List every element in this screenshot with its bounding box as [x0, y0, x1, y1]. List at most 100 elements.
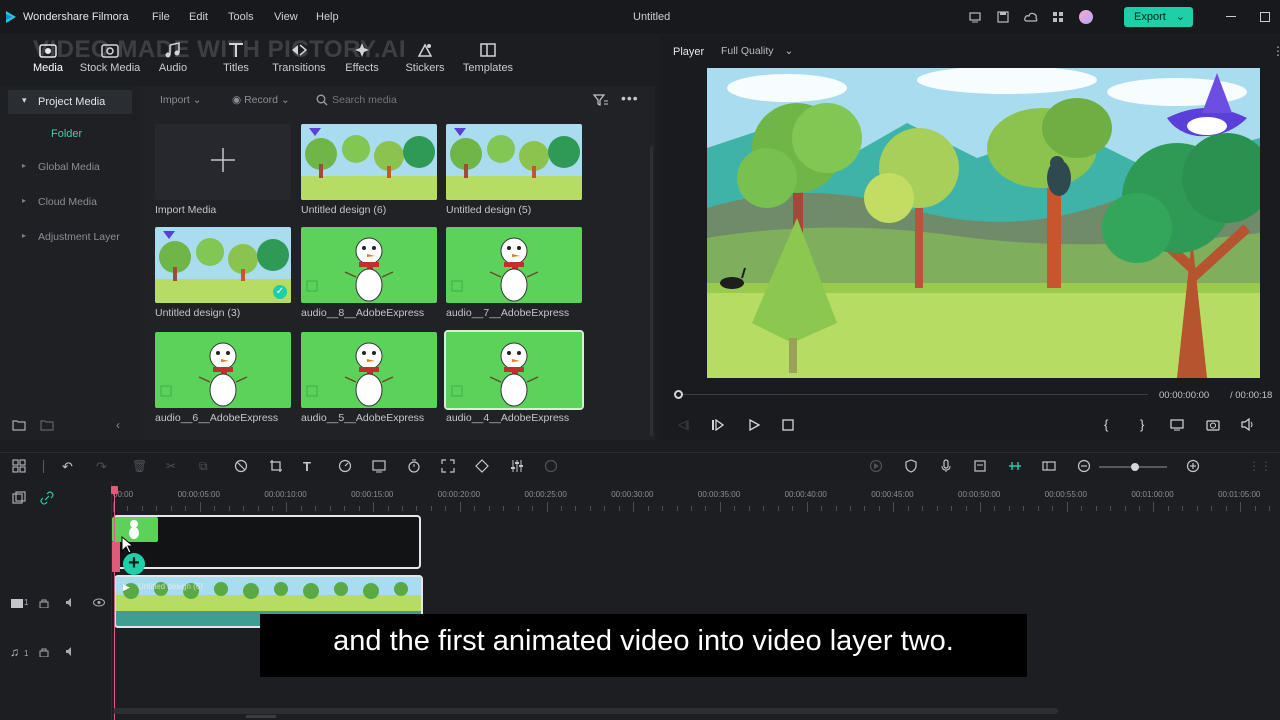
shield-icon[interactable] [904, 459, 918, 473]
media-thumbnail[interactable] [155, 227, 291, 303]
sidebar-item-adjustment-layer[interactable]: ▸ Adjustment Layer [0, 225, 140, 249]
media-item[interactable]: audio__7__AdobeExpress [446, 227, 584, 327]
collapse-panel-icon[interactable]: ‹ [116, 418, 120, 432]
panel-menu-icon[interactable]: ⋮ [1272, 44, 1280, 58]
drop-zone-video-track-2[interactable] [113, 515, 421, 569]
menu-edit[interactable]: Edit [189, 11, 208, 23]
media-thumbnail[interactable] [446, 227, 582, 303]
tool-transitions[interactable]: Transitions [268, 42, 330, 74]
playhead[interactable] [114, 487, 115, 720]
delete-icon[interactable]: 🗑 [132, 459, 147, 473]
media-item[interactable]: ✓ Untitled design (3) [155, 227, 293, 327]
speed-icon[interactable] [338, 459, 352, 473]
tool-stickers[interactable]: Stickers [394, 42, 456, 74]
scroll-thumb[interactable] [246, 715, 276, 718]
audio-mixer-icon[interactable] [510, 459, 524, 473]
snap-magnet-icon[interactable] [1008, 459, 1022, 473]
monitor-icon[interactable] [969, 11, 981, 23]
avatar[interactable] [1079, 10, 1093, 24]
minimize-icon[interactable] [1226, 16, 1236, 17]
zoom-out-icon[interactable] [1077, 459, 1091, 473]
mark-in-icon[interactable]: { [1104, 417, 1108, 432]
tool-audio[interactable]: Audio [142, 42, 204, 74]
media-thumbnail[interactable] [301, 227, 437, 303]
folder-icon[interactable] [40, 419, 54, 431]
volume-icon[interactable] [1241, 418, 1255, 431]
tool-media[interactable]: Media [17, 42, 79, 74]
zoom-in-icon[interactable] [1186, 459, 1200, 473]
text-icon[interactable]: T [303, 459, 311, 474]
media-thumbnail[interactable] [446, 124, 582, 200]
media-item[interactable]: audio__8__AdobeExpress [301, 227, 439, 327]
media-item[interactable]: audio__6__AdobeExpress [155, 332, 293, 432]
quality-dropdown[interactable]: Full Quality ⌄ [721, 45, 811, 61]
tool-titles[interactable]: Titles [205, 42, 267, 74]
split-scissors-icon[interactable]: ✂ [166, 459, 176, 473]
media-thumbnail[interactable] [155, 332, 291, 408]
undo-icon[interactable]: ↶ [62, 459, 73, 475]
track-layout-icon[interactable] [1042, 459, 1056, 473]
cloud-upload-icon[interactable] [1024, 11, 1038, 23]
detach-audio-icon[interactable]: ⧉ [199, 459, 208, 474]
sidebar-folder[interactable]: Folder [51, 128, 82, 140]
render-preview-icon[interactable] [869, 459, 883, 473]
tool-templates[interactable]: Templates [457, 42, 519, 74]
media-item[interactable]: audio__5__AdobeExpress [301, 332, 439, 432]
maximize-icon[interactable] [1260, 12, 1270, 22]
fullscreen-icon[interactable] [441, 459, 455, 473]
track-volume-icon[interactable] [65, 597, 77, 608]
display-settings-icon[interactable] [1170, 419, 1184, 431]
import-media-tile[interactable] [155, 124, 291, 200]
play-icon[interactable] [748, 419, 760, 431]
timeline-scrollbar[interactable] [113, 708, 1058, 714]
playhead-handle[interactable] [111, 486, 118, 494]
timeline-ruler[interactable]: 00:00 00:00:05:00 00:00:10:00 00:00:15:00 00… [113, 482, 1280, 512]
new-folder-icon[interactable] [12, 419, 26, 431]
color-match-icon[interactable] [372, 459, 386, 473]
tool-effects[interactable]: Effects [331, 42, 393, 74]
media-item[interactable]: Import Media [155, 124, 293, 224]
export-button[interactable]: Export ⌄ [1124, 7, 1193, 27]
media-thumbnail[interactable] [444, 330, 584, 410]
redo-icon[interactable]: ↷ [96, 459, 107, 475]
crop-icon[interactable] [269, 459, 283, 473]
lock-icon[interactable] [39, 598, 49, 608]
add-track-icon[interactable] [12, 491, 26, 505]
media-thumbnail[interactable] [301, 332, 437, 408]
lock-icon[interactable] [39, 647, 49, 657]
player-tab[interactable]: Player [673, 46, 704, 58]
zoom-slider-handle[interactable] [1131, 463, 1139, 471]
track-volume-icon[interactable] [65, 646, 77, 657]
more-drag-icon[interactable]: ⋮⋮ [1248, 459, 1272, 473]
media-item[interactable]: Untitled design (5) [446, 124, 584, 224]
menu-view[interactable]: View [274, 11, 298, 23]
menu-tools[interactable]: Tools [228, 11, 254, 23]
sidebar-item-cloud-media[interactable]: ▸ Cloud Media [0, 190, 140, 214]
video-preview[interactable] [707, 68, 1260, 378]
eye-icon[interactable] [93, 598, 105, 607]
media-item[interactable]: audio__4__AdobeExpress [444, 330, 584, 432]
menu-help[interactable]: Help [316, 11, 339, 23]
playback-scrubber[interactable] [678, 394, 1148, 395]
tool-stock-media[interactable]: Stock Media [79, 42, 141, 74]
timer-icon[interactable] [407, 459, 421, 473]
media-scrollbar[interactable] [650, 146, 653, 436]
scrubber-handle[interactable] [674, 390, 683, 399]
ai-tool-icon[interactable] [544, 459, 558, 473]
mark-out-icon[interactable]: } [1140, 417, 1144, 432]
microphone-icon[interactable] [939, 459, 953, 473]
previous-frame-icon[interactable]: ◁| [678, 418, 689, 431]
apps-grid-icon[interactable] [1052, 11, 1064, 23]
sidebar-item-project-media[interactable]: ▾ Project Media [8, 90, 132, 114]
media-item[interactable]: Untitled design (6) [301, 124, 439, 224]
menu-file[interactable]: File [152, 11, 170, 23]
link-chain-icon[interactable] [40, 491, 54, 505]
link-icon[interactable] [234, 459, 248, 473]
keyframe-icon[interactable] [475, 459, 489, 473]
media-thumbnail[interactable] [301, 124, 437, 200]
snapshot-camera-icon[interactable] [1206, 418, 1220, 431]
layout-grid-icon[interactable] [12, 459, 26, 473]
voiceover-icon[interactable] [973, 459, 987, 473]
sidebar-item-global-media[interactable]: ▸ Global Media [0, 155, 140, 179]
save-icon[interactable] [997, 11, 1009, 23]
